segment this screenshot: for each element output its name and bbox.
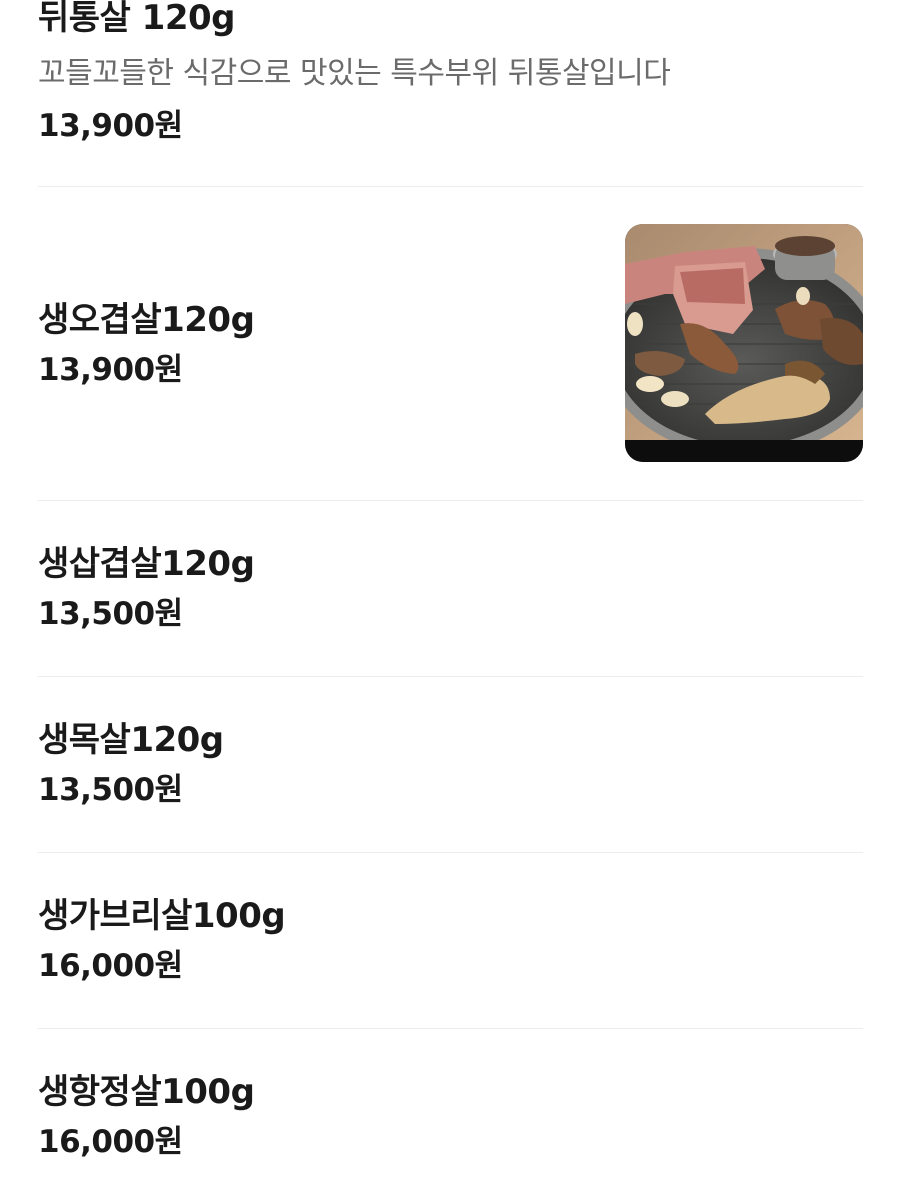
grilled-pork-photo-icon <box>625 224 863 462</box>
menu-item-name: 생목살120g <box>38 720 224 760</box>
menu-item-name: 생가브리살100g <box>38 896 286 936</box>
menu-item-saeng-samgyeopsal[interactable]: 생삽겹살120g 13,500원 <box>38 501 863 676</box>
menu-item-name: 생오겹살120g <box>38 300 255 340</box>
divider <box>38 1028 863 1029</box>
divider <box>38 186 863 187</box>
menu-item-price: 16,000원 <box>38 948 183 984</box>
divider <box>38 852 863 853</box>
menu-item-dwitongsal[interactable]: 뒤통살 120g 꼬들꼬들한 식감으로 맛있는 특수부위 뒤통살입니다 13,9… <box>38 0 863 186</box>
menu-item-price: 13,500원 <box>38 772 183 808</box>
divider <box>38 676 863 677</box>
menu-item-photo[interactable] <box>625 224 863 462</box>
menu-item-name: 생항정살100g <box>38 1072 255 1112</box>
menu-item-price: 13,900원 <box>38 108 183 144</box>
menu-item-name: 뒤통살 120g <box>38 0 236 38</box>
menu-item-saeng-gabrisal[interactable]: 생가브리살100g 16,000원 <box>38 853 863 1028</box>
menu-item-price: 13,500원 <box>38 596 183 632</box>
menu-item-price: 16,000원 <box>38 1124 183 1160</box>
menu-item-description: 꼬들꼬들한 식감으로 맛있는 특수부위 뒤통살입니다 <box>38 56 671 91</box>
menu-item-saeng-hangjeongsal[interactable]: 생항정살100g 16,000원 <box>38 1029 863 1182</box>
menu-item-saeng-ogyeopsal[interactable]: 생오겹살120g 13,900원 <box>38 187 863 499</box>
menu-item-price: 13,900원 <box>38 352 183 388</box>
menu-item-name: 생삽겹살120g <box>38 544 255 584</box>
menu-item-saeng-moksal[interactable]: 생목살120g 13,500원 <box>38 677 863 852</box>
divider <box>38 500 863 501</box>
